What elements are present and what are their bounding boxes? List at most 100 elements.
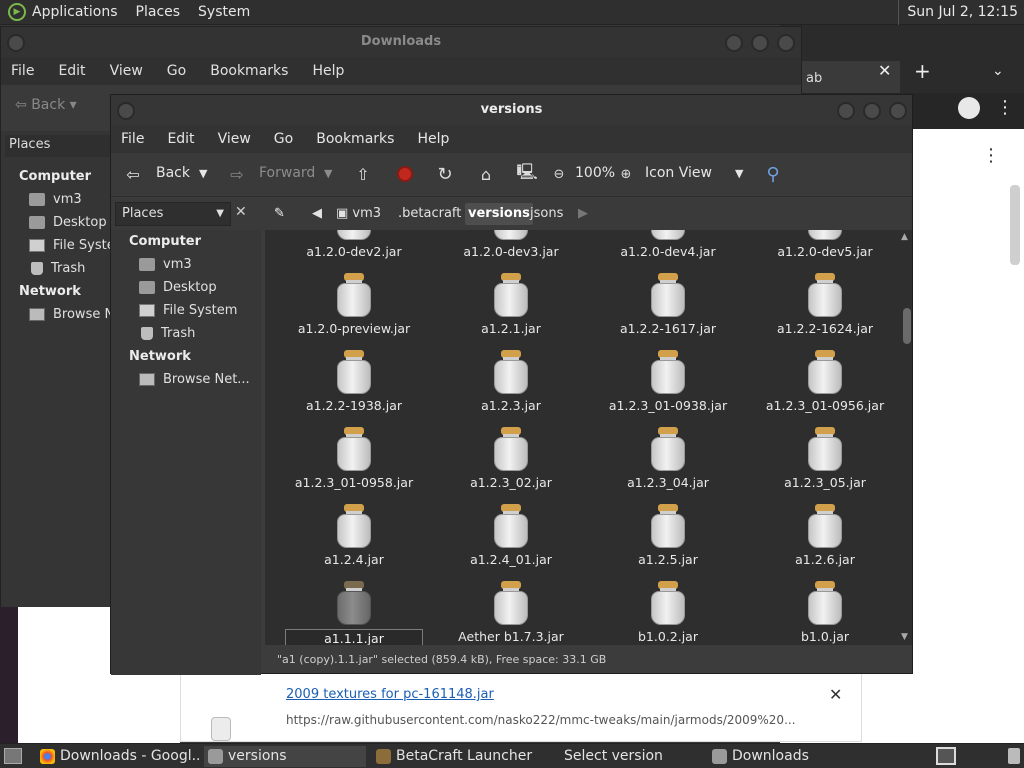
menu-go[interactable]: Go [167,63,186,79]
menu-help[interactable]: Help [417,131,449,147]
menu-help[interactable]: Help [312,63,344,79]
browser-menu-icon[interactable]: ⋮ [996,97,1014,118]
file-item[interactable]: a1.2.3_01-0938.jar [592,350,744,413]
show-desktop-icon[interactable] [4,748,22,764]
crumb-jsons[interactable]: jsons [527,203,566,225]
scrollbar-track[interactable] [898,230,912,645]
menu-view[interactable]: View [218,131,251,147]
file-item[interactable]: b1.0.jar [749,581,901,644]
view-mode-dropdown-icon[interactable]: ▼ [735,167,743,180]
clock[interactable]: Sun Jul 2, 12:15 [898,0,1024,25]
places-combo[interactable]: Places ▼ [115,202,231,226]
view-mode-select[interactable]: Icon View [645,165,712,181]
close-icon[interactable] [889,102,907,120]
back-button[interactable]: Back [156,165,190,181]
places-combo[interactable]: Places [5,135,111,157]
workspace-switcher[interactable] [936,747,956,765]
menu-edit[interactable]: Edit [167,131,194,147]
stop-icon[interactable] [395,164,415,184]
forward-button[interactable]: Forward [259,165,315,181]
rename-input[interactable]: a1.1.1.jar [285,629,423,645]
distro-logo-icon[interactable]: ▶ [8,3,26,21]
file-item[interactable]: a1.2.4_01.jar [435,504,587,567]
file-item[interactable]: a1.2.6.jar [749,504,901,567]
reload-icon[interactable]: ↻ [435,164,455,185]
forward-arrow-icon[interactable]: ⇨ [227,164,247,184]
browser-scrollbar[interactable] [1010,185,1020,265]
file-item[interactable]: a1.2.0-dev2.jar [278,230,430,259]
task-betacraft[interactable]: BetaCraft Launcher ... [372,746,534,767]
scrollbar-thumb[interactable] [903,308,911,344]
window-menu-icon[interactable] [117,102,135,120]
maximize-icon[interactable] [863,102,881,120]
back-button[interactable]: ⇦ Back ▾ [15,97,77,113]
file-item[interactable]: a1.2.3_02.jar [435,427,587,490]
window-menu-icon[interactable] [7,34,25,52]
file-item[interactable]: a1.2.0-dev4.jar [592,230,744,259]
maximize-icon[interactable] [751,34,769,52]
crumb-vm3[interactable]: ▣ vm3 [333,203,384,225]
file-item[interactable]: a1.2.3_01-0958.jar [278,427,430,490]
versions-titlebar[interactable]: versions [111,95,912,125]
task-downloads-browser[interactable]: Downloads - Googl... [36,746,200,767]
file-item[interactable]: b1.0.2.jar [592,581,744,644]
file-icon-view[interactable]: a1.2.0-dev2.jar a1.2.0-dev3.jar a1.2.0-dev… [265,230,912,645]
sidebar-item-vm3[interactable]: vm3 [139,257,192,272]
file-item[interactable]: a1.2.2-1938.jar [278,350,430,413]
crumb-scroll-right-icon[interactable]: ▶ [575,203,591,225]
sidebar-item-trash[interactable]: Trash [29,261,85,276]
task-downloads-folder[interactable]: Downloads [708,746,870,767]
places-menu[interactable]: Places [136,4,181,20]
menu-bookmarks[interactable]: Bookmarks [210,63,288,79]
sidebar-item-trash[interactable]: Trash [139,326,195,341]
minimize-icon[interactable] [725,34,743,52]
sidebar-item-desktop[interactable]: Desktop [29,215,107,230]
file-item[interactable]: a1.2.3.jar [435,350,587,413]
edit-location-icon[interactable]: ✎ [271,203,288,225]
file-item[interactable]: a1.2.2-1624.jar [749,273,901,336]
file-item[interactable]: a1.2.3_05.jar [749,427,901,490]
zoom-out-icon[interactable]: ⊖ [549,164,569,184]
download-title-link[interactable]: 2009 textures for pc-161148.jar [286,687,494,702]
sidebar-item-browse-network[interactable]: Browse Net... [139,372,250,387]
menu-view[interactable]: View [110,63,143,79]
download-close-icon[interactable]: ✕ [829,685,842,704]
page-menu-icon[interactable]: ⋮ [982,145,1000,166]
profile-avatar-icon[interactable] [958,97,980,119]
file-item[interactable]: a1.2.3_04.jar [592,427,744,490]
sidebar-item-vm3[interactable]: vm3 [29,192,82,207]
file-item[interactable]: a1.2.4.jar [278,504,430,567]
close-pane-icon[interactable]: ✕ [235,204,247,220]
applications-menu[interactable]: Applications [32,4,118,20]
file-item[interactable]: a1.2.0-preview.jar [278,273,430,336]
chevron-down-icon[interactable]: ⌄ [992,63,1004,79]
zoom-level[interactable]: 100% [575,165,615,181]
up-arrow-icon[interactable]: ⇧ [353,164,373,184]
computer-icon[interactable]: 🖳 [516,162,537,184]
file-item[interactable]: a1.2.0-dev5.jar [749,230,901,259]
new-tab-icon[interactable]: + [914,59,931,83]
search-icon[interactable]: ⚲ [763,164,783,185]
file-item[interactable]: a1.2.2-1617.jar [592,273,744,336]
file-item[interactable]: a1.1.1.jar [278,581,430,645]
file-item[interactable]: a1.2.3_01-0956.jar [749,350,901,413]
task-select-version[interactable]: Select version [540,746,702,767]
zoom-in-icon[interactable]: ⊕ [616,164,636,184]
file-item[interactable]: a1.2.5.jar [592,504,744,567]
home-icon[interactable]: ⌂ [476,164,496,184]
crumb-versions[interactable]: versions [465,203,533,225]
downloads-titlebar[interactable]: Downloads [1,27,801,57]
menu-file[interactable]: File [11,63,34,79]
scroll-up-icon[interactable]: ▲ [901,232,908,242]
close-icon[interactable] [777,34,795,52]
forward-history-dropdown[interactable]: ▼ [324,167,332,180]
system-menu[interactable]: System [198,4,250,20]
back-history-dropdown[interactable]: ▼ [199,167,207,180]
file-item[interactable]: Aether b1.7.3.jar [435,581,587,644]
minimize-icon[interactable] [837,102,855,120]
scroll-down-icon[interactable]: ▼ [901,632,908,642]
task-versions[interactable]: versions [204,746,366,767]
menu-bookmarks[interactable]: Bookmarks [316,131,394,147]
crumb-betacraft[interactable]: .betacraft [395,203,464,225]
tab-close-icon[interactable]: ✕ [878,61,891,80]
